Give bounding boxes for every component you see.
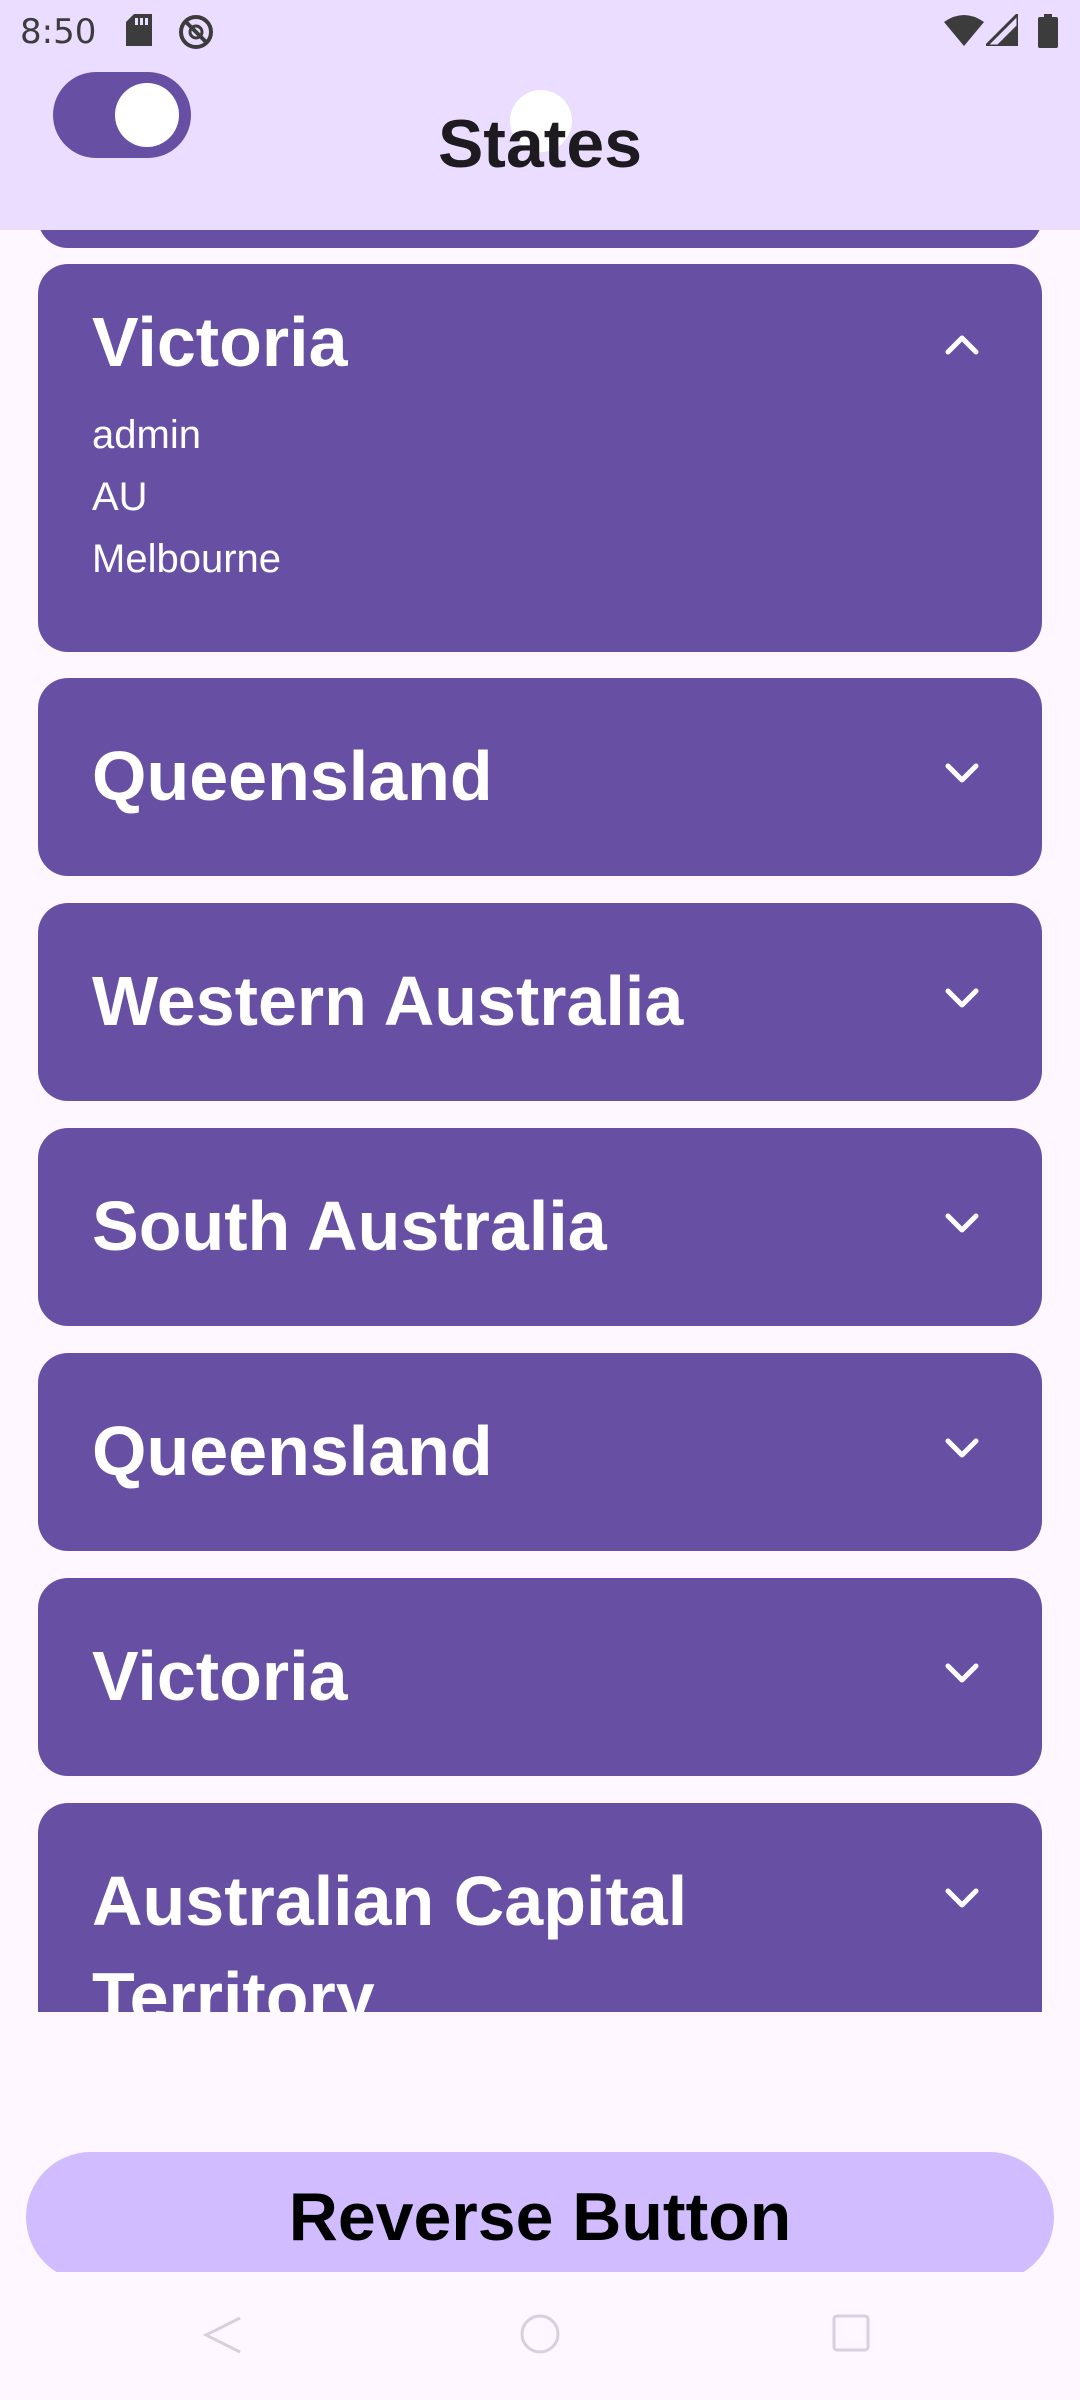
- state-card-title: Queensland: [92, 737, 493, 815]
- state-card-victoria-expanded[interactable]: Victoria admin AU Melbourne: [38, 264, 1042, 652]
- state-card-queensland-2[interactable]: Queensland: [38, 1353, 1042, 1551]
- states-list[interactable]: Victoria admin AU Melbourne Queensland W…: [0, 230, 1080, 2012]
- state-card-title: Victoria: [92, 303, 348, 381]
- reverse-button[interactable]: Reverse Button: [26, 2152, 1054, 2282]
- do-not-disturb-icon: [179, 15, 213, 49]
- state-card-australian-capital-territory[interactable]: Australian Capital Territory: [38, 1803, 1042, 2012]
- nav-back-icon[interactable]: [200, 2312, 246, 2358]
- state-card-title: South Australia: [92, 1187, 607, 1265]
- state-detail-country: AU: [92, 475, 148, 519]
- chevron-down-icon[interactable]: [942, 1429, 982, 1469]
- chevron-down-icon[interactable]: [942, 1654, 982, 1694]
- state-card-victoria-2[interactable]: Victoria: [38, 1578, 1042, 1776]
- status-time: 8:50: [20, 12, 97, 52]
- state-card-details: admin AU Melbourne: [92, 404, 281, 590]
- state-card-title: Australian Capital Territory: [92, 1862, 688, 2012]
- status-bar: 8:50: [0, 0, 1080, 60]
- chevron-down-icon[interactable]: [942, 1879, 982, 1919]
- state-card-queensland[interactable]: Queensland: [38, 678, 1042, 876]
- signal-icon: [986, 14, 1018, 46]
- chevron-down-icon[interactable]: [942, 979, 982, 1019]
- state-card-western-australia[interactable]: Western Australia: [38, 903, 1042, 1101]
- state-detail-capital: Melbourne: [92, 537, 282, 581]
- state-card-south-australia[interactable]: South Australia: [38, 1128, 1042, 1326]
- state-card-title: Victoria: [92, 1637, 348, 1715]
- sd-card-icon: [126, 14, 152, 46]
- battery-icon: [1038, 14, 1058, 48]
- top-app-bar: States: [0, 60, 1080, 230]
- chevron-up-icon[interactable]: [942, 324, 982, 364]
- nav-recents-icon[interactable]: [830, 2312, 872, 2354]
- system-nav-bar: [0, 2272, 1080, 2400]
- state-card-partial[interactable]: [38, 230, 1042, 248]
- state-detail-role: admin: [92, 413, 201, 457]
- chevron-down-icon[interactable]: [942, 1204, 982, 1244]
- state-card-title: Queensland: [92, 1412, 493, 1490]
- state-card-title: Western Australia: [92, 962, 684, 1040]
- page-title: States: [437, 106, 643, 182]
- wifi-icon: [944, 15, 984, 46]
- chevron-down-icon[interactable]: [942, 754, 982, 794]
- nav-home-icon[interactable]: [518, 2312, 562, 2356]
